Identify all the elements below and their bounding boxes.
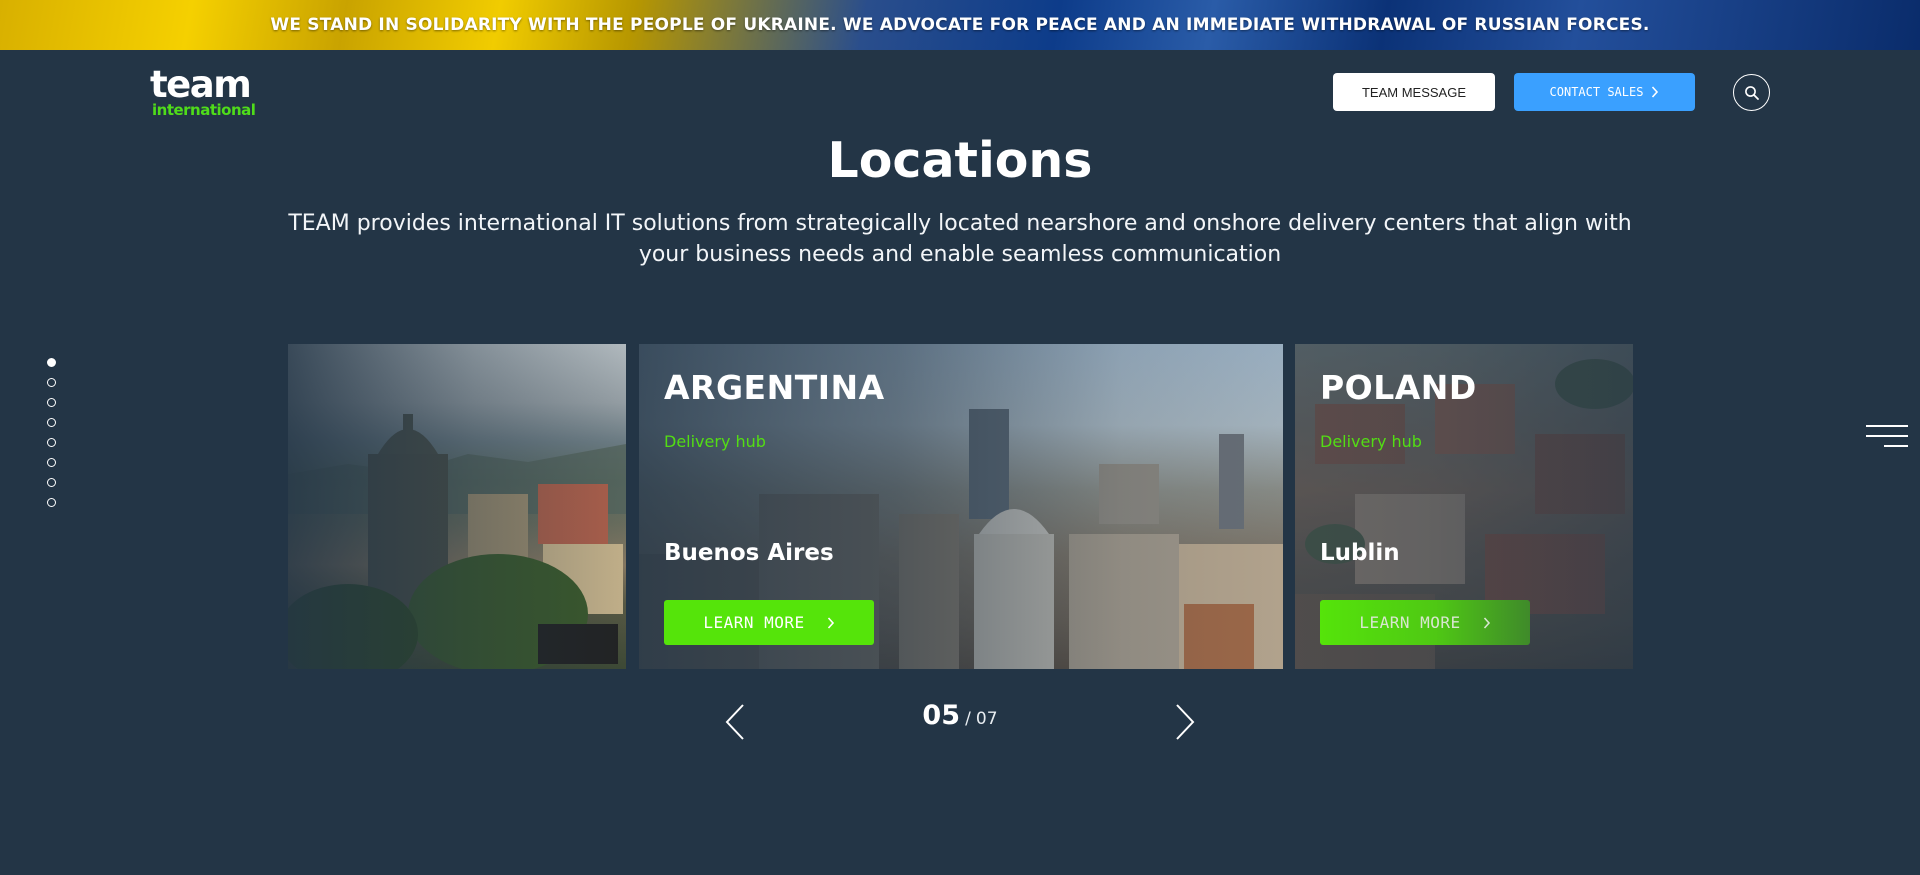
learn-more-label: LEARN MORE bbox=[1359, 613, 1461, 632]
next-slide-button[interactable] bbox=[1170, 702, 1198, 742]
card-country: ARGENTINA bbox=[664, 368, 885, 407]
section-dots-nav bbox=[47, 358, 57, 518]
banner-text: WE STAND IN SOLIDARITY WITH THE PEOPLE O… bbox=[270, 15, 1650, 35]
page-subtitle: TEAM provides international IT solutions… bbox=[288, 211, 1632, 267]
slide-separator: / bbox=[965, 709, 971, 729]
menu-line bbox=[1884, 445, 1908, 447]
solidarity-banner: WE STAND IN SOLIDARITY WITH THE PEOPLE O… bbox=[0, 0, 1920, 50]
learn-more-label: LEARN MORE bbox=[703, 613, 805, 632]
section-dot[interactable] bbox=[47, 438, 56, 447]
slide-total: 07 bbox=[975, 709, 998, 729]
slide-counter: 05 / 07 bbox=[900, 700, 1020, 731]
chevron-right-icon bbox=[1483, 616, 1490, 629]
team-message-button[interactable]: TEAM MESSAGE bbox=[1333, 73, 1495, 111]
learn-more-button[interactable]: LEARN MORE bbox=[664, 600, 874, 645]
chevron-right-icon bbox=[1652, 86, 1659, 98]
search-button[interactable] bbox=[1733, 74, 1770, 111]
card-hub-label: Delivery hub bbox=[664, 432, 766, 451]
page-title: Locations bbox=[827, 132, 1093, 189]
menu-icon[interactable] bbox=[1866, 423, 1908, 453]
location-card-current[interactable]: ARGENTINA Delivery hub Buenos Aires LEAR… bbox=[639, 344, 1283, 669]
location-card-previous[interactable] bbox=[288, 344, 626, 669]
section-dot[interactable] bbox=[47, 398, 56, 407]
slide-current: 05 bbox=[922, 700, 960, 731]
menu-line bbox=[1866, 435, 1908, 437]
card-city: Lublin bbox=[1320, 540, 1400, 566]
contact-sales-button[interactable]: CONTACT SALES bbox=[1514, 73, 1695, 111]
contact-sales-label: CONTACT SALES bbox=[1549, 85, 1644, 99]
card-city: Buenos Aires bbox=[664, 540, 834, 566]
logo-subtext: international bbox=[152, 101, 256, 119]
chevron-right-icon bbox=[1176, 704, 1195, 740]
card-hub-label: Delivery hub bbox=[1320, 432, 1422, 451]
chevron-right-icon bbox=[827, 616, 834, 629]
logo-wordmark: team bbox=[150, 63, 252, 106]
section-dot[interactable] bbox=[47, 458, 56, 467]
card-shade bbox=[288, 344, 626, 669]
logo[interactable]: team international bbox=[150, 63, 270, 119]
chevron-left-icon bbox=[725, 704, 744, 740]
section-dot[interactable] bbox=[47, 358, 56, 367]
card-country: POLAND bbox=[1320, 368, 1477, 407]
section-dot[interactable] bbox=[47, 498, 56, 507]
section-dot[interactable] bbox=[47, 478, 56, 487]
learn-more-button[interactable]: LEARN MORE bbox=[1320, 600, 1530, 645]
section-dot[interactable] bbox=[47, 418, 56, 427]
menu-line bbox=[1866, 425, 1908, 427]
prev-slide-button[interactable] bbox=[722, 702, 750, 742]
location-card-next[interactable]: POLAND Delivery hub Lublin LEARN MORE bbox=[1295, 344, 1633, 669]
section-dot[interactable] bbox=[47, 378, 56, 387]
team-message-label: TEAM MESSAGE bbox=[1361, 84, 1467, 100]
search-icon bbox=[1744, 85, 1759, 100]
